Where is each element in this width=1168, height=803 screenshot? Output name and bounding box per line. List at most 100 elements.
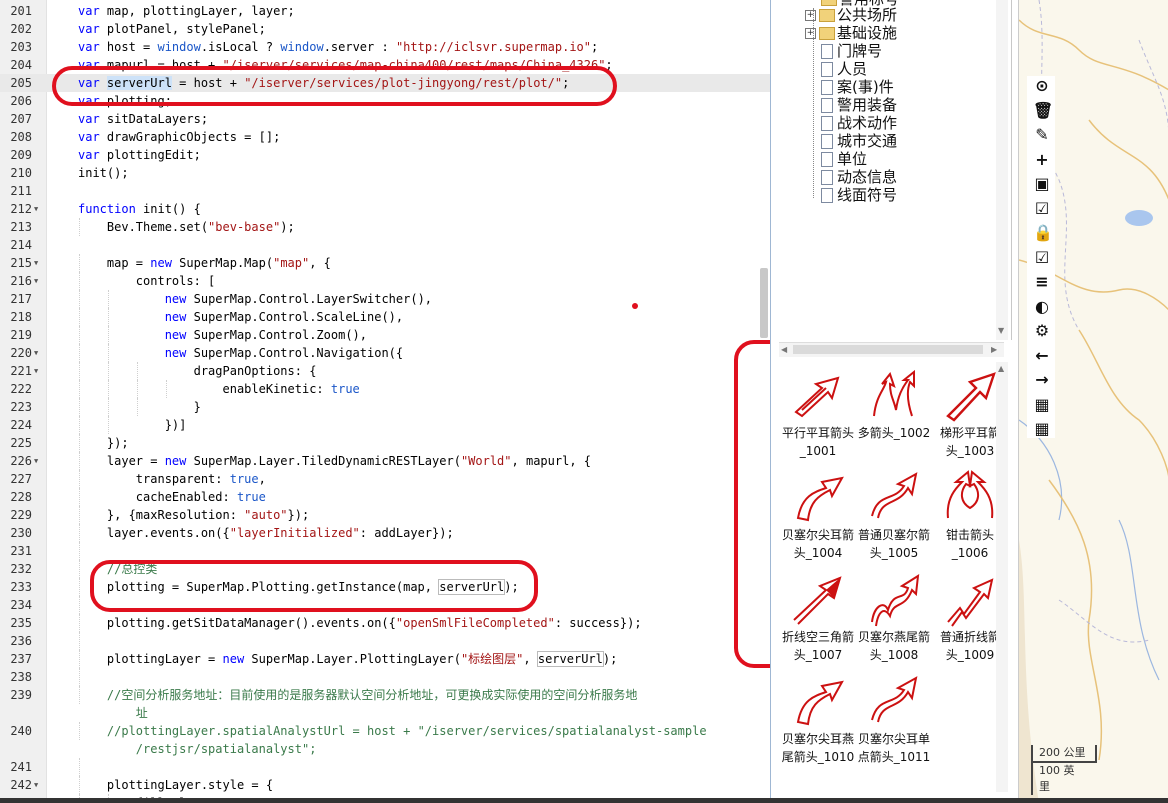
scrollbar-thumb[interactable] [793, 345, 983, 354]
edit-icon[interactable]: ☑ [1033, 199, 1051, 218]
code-line[interactable]: 228 cacheEnabled: true [0, 488, 770, 506]
code-line[interactable]: 218 new SuperMap.Control.ScaleLine(), [0, 308, 770, 326]
symbol-pincer-arrow[interactable]: 钳击箭头 _1006 [931, 468, 1004, 562]
tree-item[interactable]: 单位 [821, 150, 867, 168]
select-icon[interactable]: ⊙ [1033, 77, 1051, 95]
symbol-trapezoid-arrow[interactable]: 梯形平耳箭 头_1003 [931, 366, 1004, 460]
code-line[interactable]: 216 ▼ controls: [ [0, 272, 770, 290]
tree-item[interactable]: 动态信息 [821, 168, 897, 186]
symbol-tree[interactable]: 警用标号 +公共场所 +基础设施 门牌号人员案(事)件警用装备战术动作城市交通单… [779, 0, 1012, 340]
code-line[interactable]: 204 var mapurl = host + "/iserver/service… [0, 56, 770, 74]
delete-icon[interactable]: 🗑 [1033, 101, 1053, 120]
code-line[interactable]: 201 var map, plottingLayer, layer; [0, 2, 770, 20]
code-line[interactable]: 232 //总控类 [0, 560, 770, 578]
code-line[interactable]: 230 layer.events.on({"layerInitialized":… [0, 524, 770, 542]
code-line[interactable]: 208 var drawGraphicObjects = []; [0, 128, 770, 146]
scroll-right-icon[interactable]: ▶ [991, 345, 997, 354]
code-line[interactable]: 207 var sitDataLayers; [0, 110, 770, 128]
check-icon[interactable]: ☑ [1033, 248, 1051, 267]
tree-item[interactable]: 线面符号 [821, 186, 897, 204]
fold-toggle-icon[interactable]: ▼ [34, 200, 38, 218]
code-line[interactable]: 215 ▼ map = new SuperMap.Map("map", { [0, 254, 770, 272]
tree-item[interactable]: 案(事)件 [821, 78, 894, 96]
symbol-swallow-arrow[interactable]: 贝塞尔燕尾箭 头_1008 [855, 570, 933, 664]
forward-icon[interactable]: → [1033, 371, 1051, 389]
tree-item[interactable]: 战术动作 [821, 114, 897, 132]
symbol-bezier-arrow[interactable]: 贝塞尔尖耳燕 尾箭头_1010 [779, 672, 857, 766]
fold-toggle-icon[interactable]: ▼ [34, 776, 38, 794]
code-line[interactable]: 229 }, {maxResolution: "auto"}); [0, 506, 770, 524]
code-line[interactable]: 242 ▼ plottingLayer.style = { [0, 776, 770, 794]
editor-scrollbar[interactable] [760, 268, 768, 338]
symbol-polyline-arrow[interactable]: 折线空三角箭 头_1007 [779, 570, 857, 664]
tree-horizontal-scrollbar[interactable]: ◀ ▶ [779, 342, 1004, 357]
fold-toggle-icon[interactable]: ▼ [34, 344, 38, 362]
symbol-bezier-arrow[interactable]: 贝塞尔尖耳箭 头_1004 [779, 468, 857, 562]
code-line[interactable]: 211 [0, 182, 770, 200]
back-icon[interactable]: ← [1033, 346, 1051, 365]
code-line[interactable]: 227 transparent: true, [0, 470, 770, 488]
code-line[interactable]: 213 Bev.Theme.set("bev-base"); [0, 218, 770, 236]
code-line[interactable]: 209 var plottingEdit; [0, 146, 770, 164]
code-line[interactable]: 203 var host = window.isLocal ? window.se… [0, 38, 770, 56]
scroll-up-icon[interactable]: ▲ [998, 364, 1004, 373]
code-line[interactable]: 240 //plottingLayer.spatialAnalystUrl = … [0, 722, 770, 740]
code-line[interactable]: /restjsr/spatialanalyst"; [0, 740, 770, 758]
code-line[interactable]: 236 [0, 632, 770, 650]
code-line[interactable]: 223 } [0, 398, 770, 416]
code-line[interactable]: 226 ▼ layer = new SuperMap.Layer.TiledDyn… [0, 452, 770, 470]
draw-icon[interactable]: ✎ [1033, 126, 1051, 144]
map-view[interactable]: ⊙ 🗑 ✎ + ▣ ☑ 🔒 ☑ ≡ ◐ ⚙ ← → ▦ ▦ 200 公里 100 英里 [1018, 0, 1168, 803]
expand-icon[interactable]: + [805, 28, 816, 39]
code-line[interactable]: 222 enableKinetic: true [0, 380, 770, 398]
scroll-left-icon[interactable]: ◀ [781, 345, 787, 354]
tree-item[interactable]: 人员 [821, 60, 867, 78]
tree-vertical-scrollbar[interactable]: ▼ [996, 0, 1008, 340]
symbol-grid[interactable]: 平行平耳箭头 _1001 多箭头_1002 梯形平耳箭 头_1003 贝塞尔尖耳箭 头_10… [779, 360, 1004, 803]
tree-folder-public[interactable]: + 公共场所 [805, 6, 897, 24]
code-line[interactable]: 219 new SuperMap.Control.Zoom(), [0, 326, 770, 344]
code-line[interactable]: 233 plotting = SuperMap.Plotting.getInst… [0, 578, 770, 596]
tree-folder-infrastructure[interactable]: + 基础设施 [805, 24, 897, 42]
tree-item[interactable]: 警用装备 [821, 96, 897, 114]
code-line[interactable]: 235 plotting.getSitDataManager().events.… [0, 614, 770, 632]
symbol-curve-arrow[interactable]: 贝塞尔尖耳单 点箭头_1011 [855, 672, 933, 766]
fold-toggle-icon[interactable]: ▼ [34, 362, 38, 380]
code-line[interactable]: 225 }); [0, 434, 770, 452]
code-line[interactable]: 224 })] [0, 416, 770, 434]
code-editor[interactable]: 201 var map, plottingLayer, layer; 202 var … [0, 0, 770, 803]
code-line[interactable]: 202 var plotPanel, stylePanel; [0, 20, 770, 38]
code-line[interactable]: 231 [0, 542, 770, 560]
code-line[interactable]: 205 var serverUrl = host + "/iserver/serv… [0, 74, 770, 92]
grid-icon[interactable]: ▦ [1033, 395, 1051, 414]
tree-item[interactable]: 门牌号 [821, 42, 882, 60]
code-line[interactable]: 217 new SuperMap.Control.LayerSwitcher()… [0, 290, 770, 308]
symbol-curve-arrow[interactable]: 普通贝塞尔箭 头_1005 [855, 468, 933, 562]
code-line[interactable]: 221 ▼ dragPanOptions: { [0, 362, 770, 380]
code-line[interactable]: 210 init(); [0, 164, 770, 182]
code-line[interactable]: 237 plottingLayer = new SuperMap.Layer.P… [0, 650, 770, 668]
list-icon[interactable]: ≡ [1033, 273, 1051, 291]
code-line[interactable]: 206 var plotting; [0, 92, 770, 110]
grid-icon[interactable]: ▦ [1033, 420, 1051, 438]
code-line[interactable]: 220 ▼ new SuperMap.Control.Navigation({ [0, 344, 770, 362]
fold-toggle-icon[interactable]: ▼ [34, 272, 38, 290]
symbol-multi-arrow[interactable]: 多箭头_1002 [855, 366, 933, 442]
lock-icon[interactable]: 🔒 [1033, 224, 1053, 242]
code-line[interactable]: 214 [0, 236, 770, 254]
add-icon[interactable]: + [1033, 150, 1051, 169]
tree-item[interactable]: 城市交通 [821, 132, 897, 150]
settings-icon[interactable]: ⚙ [1033, 322, 1051, 340]
symbol-parallel-arrow[interactable]: 平行平耳箭头 _1001 [779, 366, 857, 460]
expand-icon[interactable]: + [805, 10, 816, 21]
code-line[interactable]: 址 [0, 704, 770, 722]
code-line[interactable]: 238 [0, 668, 770, 686]
contrast-icon[interactable]: ◐ [1033, 297, 1051, 316]
save-icon[interactable]: ▣ [1033, 175, 1051, 193]
fold-toggle-icon[interactable]: ▼ [34, 452, 38, 470]
code-line[interactable]: 234 [0, 596, 770, 614]
code-line[interactable]: 241 [0, 758, 770, 776]
fold-toggle-icon[interactable]: ▼ [34, 254, 38, 272]
symbol-vertical-scrollbar[interactable]: ▲ [996, 362, 1008, 792]
scroll-down-icon[interactable]: ▼ [998, 326, 1004, 335]
